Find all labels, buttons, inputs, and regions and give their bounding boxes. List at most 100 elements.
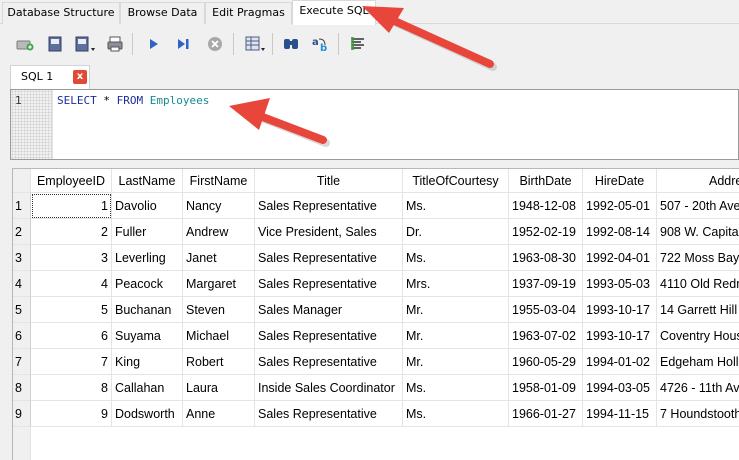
tab-edit-pragmas[interactable]: Edit Pragmas xyxy=(205,2,292,24)
print-icon[interactable] xyxy=(104,33,126,55)
find-replace-icon[interactable]: ab xyxy=(310,33,332,55)
row-header[interactable]: 3 xyxy=(13,245,31,271)
table-cell[interactable]: 1963-08-30 xyxy=(509,245,583,271)
table-cell[interactable]: Ms. xyxy=(403,245,509,271)
execute-all-icon[interactable] xyxy=(143,33,165,55)
table-cell[interactable]: Sales Representative xyxy=(255,193,403,219)
table-cell[interactable]: 1960-05-29 xyxy=(509,349,583,375)
table-cell[interactable]: 1993-10-17 xyxy=(583,297,657,323)
table-cell[interactable]: Mrs. xyxy=(403,271,509,297)
table-cell[interactable]: 1955-03-04 xyxy=(509,297,583,323)
tab-browse-data[interactable]: Browse Data xyxy=(120,2,205,24)
table-cell[interactable]: 1993-05-03 xyxy=(583,271,657,297)
table-cell[interactable]: Janet xyxy=(183,245,255,271)
table-cell[interactable]: 4 xyxy=(31,271,112,297)
open-sql-icon[interactable] xyxy=(44,33,66,55)
table-cell[interactable]: 908 W. Capital xyxy=(657,219,739,245)
column-header[interactable]: FirstName xyxy=(183,169,255,193)
row-header[interactable]: 9 xyxy=(13,401,31,427)
table-cell[interactable]: 8 xyxy=(31,375,112,401)
table-cell[interactable]: Michael xyxy=(183,323,255,349)
table-cell[interactable]: Dodsworth xyxy=(112,401,183,427)
table-cell[interactable]: Edgeham Hollo xyxy=(657,349,739,375)
table-cell[interactable]: Sales Representative xyxy=(255,323,403,349)
column-header[interactable]: LastName xyxy=(112,169,183,193)
table-cell[interactable]: Anne xyxy=(183,401,255,427)
table-cell[interactable]: Nancy xyxy=(183,193,255,219)
tab-database-structure[interactable]: Database Structure xyxy=(2,2,120,24)
row-header[interactable]: 4 xyxy=(13,271,31,297)
table-cell[interactable]: 1952-02-19 xyxy=(509,219,583,245)
table-cell[interactable]: 1994-11-15 xyxy=(583,401,657,427)
table-cell[interactable]: Steven xyxy=(183,297,255,323)
table-cell[interactable]: 1948-12-08 xyxy=(509,193,583,219)
save-sql-icon[interactable] xyxy=(74,33,96,55)
table-cell[interactable]: 1937-09-19 xyxy=(509,271,583,297)
editor-tab-sql-1[interactable]: SQL 1 x xyxy=(10,65,90,89)
row-header[interactable]: 8 xyxy=(13,375,31,401)
sql-code-line[interactable]: SELECT * FROM Employees xyxy=(57,94,209,107)
table-cell[interactable]: 1993-10-17 xyxy=(583,323,657,349)
table-cell[interactable]: King xyxy=(112,349,183,375)
column-header[interactable]: Title xyxy=(255,169,403,193)
row-header[interactable]: 7 xyxy=(13,349,31,375)
table-cell[interactable]: 1992-05-01 xyxy=(583,193,657,219)
table-cell[interactable]: Mr. xyxy=(403,297,509,323)
sql-editor[interactable]: 1 SELECT * FROM Employees xyxy=(10,89,739,160)
open-tab-icon[interactable] xyxy=(14,33,36,55)
row-header[interactable]: 1 xyxy=(13,193,31,219)
table-cell[interactable]: Ms. xyxy=(403,375,509,401)
row-header[interactable]: 2 xyxy=(13,219,31,245)
table-cell[interactable]: Mr. xyxy=(403,323,509,349)
table-cell[interactable]: 4110 Old Redm xyxy=(657,271,739,297)
table-cell[interactable]: 4726 - 11th Av xyxy=(657,375,739,401)
table-cell[interactable]: Ms. xyxy=(403,401,509,427)
table-cell[interactable]: 1966-01-27 xyxy=(509,401,583,427)
comment-icon[interactable] xyxy=(347,33,369,55)
table-cell[interactable]: Sales Representative xyxy=(255,245,403,271)
row-header[interactable]: 6 xyxy=(13,323,31,349)
table-cell[interactable]: 3 xyxy=(31,245,112,271)
table-cell[interactable]: 1994-01-02 xyxy=(583,349,657,375)
table-cell[interactable]: 1958-01-09 xyxy=(509,375,583,401)
table-cell[interactable]: Andrew xyxy=(183,219,255,245)
table-cell[interactable]: Robert xyxy=(183,349,255,375)
table-cell[interactable]: 1994-03-05 xyxy=(583,375,657,401)
table-cell[interactable]: Callahan xyxy=(112,375,183,401)
table-cell[interactable]: 5 xyxy=(31,297,112,323)
table-cell[interactable]: Margaret xyxy=(183,271,255,297)
table-cell[interactable]: Sales Representative xyxy=(255,349,403,375)
table-cell[interactable]: Dr. xyxy=(403,219,509,245)
table-cell[interactable]: 1992-04-01 xyxy=(583,245,657,271)
table-cell[interactable]: 14 Garrett Hill xyxy=(657,297,739,323)
table-cell[interactable]: Davolio xyxy=(112,193,183,219)
table-cell[interactable]: Laura xyxy=(183,375,255,401)
row-header[interactable]: 5 xyxy=(13,297,31,323)
column-header[interactable]: TitleOfCourtesy xyxy=(403,169,509,193)
close-tab-icon[interactable]: x xyxy=(73,70,87,84)
table-cell[interactable]: 1963-07-02 xyxy=(509,323,583,349)
column-header[interactable]: Addre xyxy=(657,169,739,193)
stop-icon[interactable] xyxy=(204,33,226,55)
save-results-icon[interactable] xyxy=(244,33,266,55)
table-cell[interactable]: Sales Representative xyxy=(255,271,403,297)
table-cell[interactable]: 1 xyxy=(31,193,112,219)
table-cell[interactable]: 7 xyxy=(31,349,112,375)
table-cell[interactable]: 1992-08-14 xyxy=(583,219,657,245)
tab-execute-sql[interactable]: Execute SQL xyxy=(292,0,376,25)
table-cell[interactable]: Fuller xyxy=(112,219,183,245)
table-cell[interactable]: 6 xyxy=(31,323,112,349)
table-cell[interactable]: Ms. xyxy=(403,193,509,219)
table-cell[interactable]: Sales Manager xyxy=(255,297,403,323)
table-cell[interactable]: Mr. xyxy=(403,349,509,375)
table-cell[interactable]: 2 xyxy=(31,219,112,245)
execute-line-icon[interactable] xyxy=(173,33,195,55)
column-header[interactable]: EmployeeID xyxy=(31,169,112,193)
table-cell[interactable]: 7 Houndstooth xyxy=(657,401,739,427)
column-header[interactable]: BirthDate xyxy=(509,169,583,193)
table-cell[interactable]: Suyama xyxy=(112,323,183,349)
table-cell[interactable]: Peacock xyxy=(112,271,183,297)
table-cell[interactable]: Vice President, Sales xyxy=(255,219,403,245)
find-icon[interactable] xyxy=(280,33,302,55)
table-cell[interactable]: Inside Sales Coordinator xyxy=(255,375,403,401)
